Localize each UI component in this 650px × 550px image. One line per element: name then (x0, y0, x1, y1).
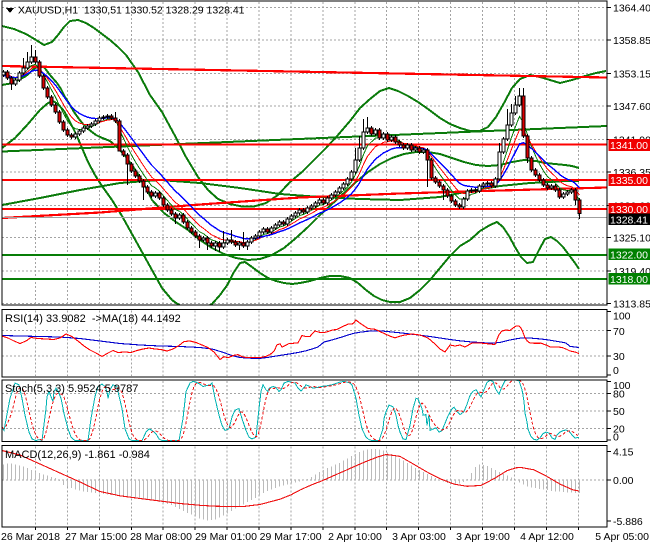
svg-text:29 Mar 01:00: 29 Mar 01:00 (195, 531, 257, 543)
svg-text:1335.00: 1335.00 (610, 175, 648, 187)
svg-text:70: 70 (613, 326, 625, 338)
svg-text:1364.40: 1364.40 (613, 3, 650, 15)
svg-text:26 Mar 2018: 26 Mar 2018 (1, 531, 60, 543)
svg-text:28 Mar 08:00: 28 Mar 08:00 (130, 531, 192, 543)
svg-text:1353.15: 1353.15 (613, 69, 650, 81)
svg-text:1328.41: 1328.41 (610, 215, 648, 227)
svg-text:1347.60: 1347.60 (613, 101, 650, 113)
svg-text:3 Apr 03:00: 3 Apr 03:00 (392, 531, 446, 543)
svg-text:4 Apr 12:00: 4 Apr 12:00 (520, 531, 574, 543)
svg-text:3 Apr 19:00: 3 Apr 19:00 (456, 531, 510, 543)
svg-text:RSI(14) 33.9082 ->MA(18) 44.1: RSI(14) 33.9082 ->MA(18) 44.1492 (5, 313, 181, 325)
svg-text:1358.85: 1358.85 (613, 35, 650, 47)
svg-text:30: 30 (613, 351, 625, 363)
svg-text:1341.00: 1341.00 (610, 140, 648, 152)
svg-text:1325.10: 1325.10 (613, 233, 650, 245)
svg-text:1322.00: 1322.00 (610, 250, 648, 262)
svg-text:1318.00: 1318.00 (610, 274, 648, 286)
svg-text:MACD(12,26,9) -1.861 -0.984: MACD(12,26,9) -1.861 -0.984 (5, 449, 150, 461)
svg-text:0.00: 0.00 (613, 475, 634, 487)
svg-text:-5.886: -5.886 (613, 516, 643, 528)
svg-text:Stoch(5,3,3) 5.9524 5.9787: Stoch(5,3,3) 5.9524 5.9787 (5, 383, 138, 395)
svg-text:5 Apr 05:00: 5 Apr 05:00 (595, 531, 649, 543)
svg-text:100: 100 (613, 311, 631, 323)
svg-text:2 Apr 10:00: 2 Apr 10:00 (328, 531, 382, 543)
svg-text:XAUUSD,H1 1330,51 1330.52 132: XAUUSD,H1 1330,51 1330.52 1328.29 1328.4… (18, 5, 245, 17)
svg-text:80: 80 (613, 388, 625, 400)
svg-text:1313.85: 1313.85 (613, 298, 650, 310)
svg-text:0: 0 (613, 365, 619, 377)
svg-text:0: 0 (613, 432, 619, 444)
svg-text:50: 50 (613, 406, 625, 418)
svg-text:29 Mar 17:00: 29 Mar 17:00 (260, 531, 322, 543)
svg-text:4.15: 4.15 (613, 446, 634, 458)
svg-text:27 Mar 15:00: 27 Mar 15:00 (65, 531, 127, 543)
